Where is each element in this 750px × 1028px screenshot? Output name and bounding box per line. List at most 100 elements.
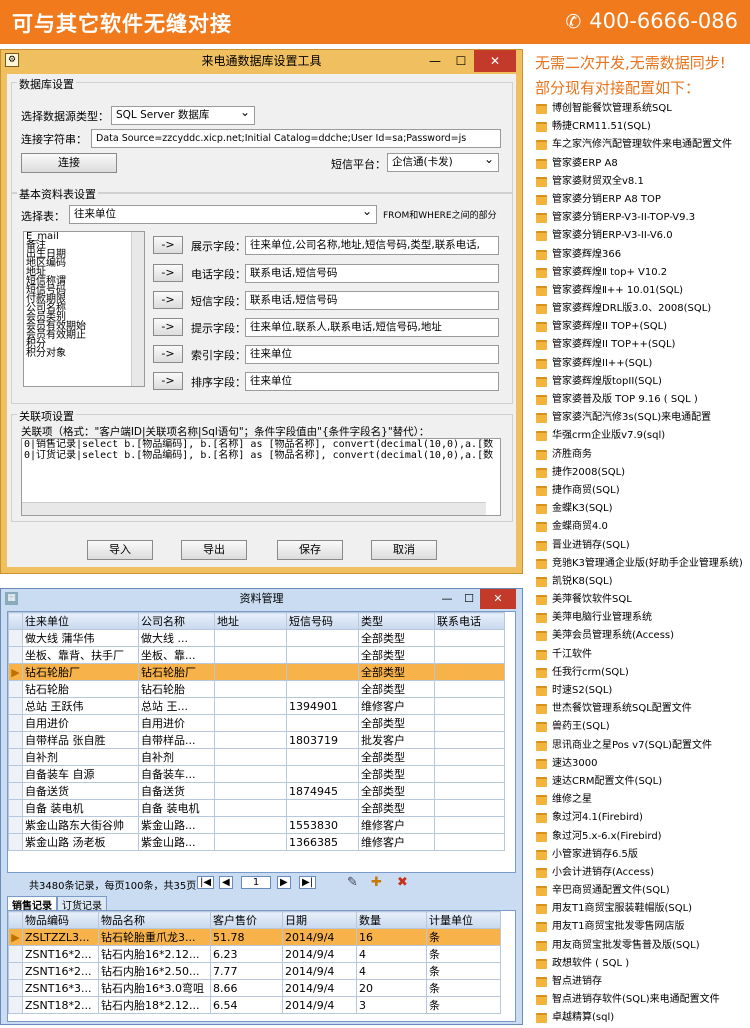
folder-icon — [536, 413, 547, 424]
add-field-button[interactable]: -> — [153, 318, 183, 336]
field-list-scrollbar[interactable] — [131, 232, 144, 386]
edit-icon[interactable]: ✎ — [347, 875, 358, 890]
mapping-input[interactable]: 往来单位 — [245, 372, 499, 391]
table-row[interactable]: 自备装车 自源 自备装车... 全部类型 — [8, 765, 505, 783]
add-field-button[interactable]: -> — [153, 345, 183, 363]
detail-cell: 2014/9/4 — [282, 979, 357, 997]
maximize-button[interactable]: ☐ — [448, 50, 474, 72]
table-row[interactable]: 紫金山路东大街谷帅 紫金山路... 1553830 维修客户 — [8, 816, 505, 834]
detail-column-header[interactable]: 客户售价 — [210, 911, 283, 929]
add-field-button[interactable]: -> — [153, 372, 183, 390]
column-header[interactable]: 短信号码 — [286, 612, 359, 630]
table-cell — [434, 663, 505, 681]
table-cell — [286, 748, 359, 766]
rel-hscrollbar[interactable] — [22, 502, 486, 515]
conn-string-input[interactable]: Data Source=zzcyddc.xicp.net;Initial Cat… — [91, 129, 501, 148]
field-list[interactable]: E_mail 备注 出生日期 地区编码 地址 短信称谓 短信号码 付款期限 公司名称 会员类别 会员… — [23, 231, 145, 387]
records-close-button[interactable]: ✕ — [480, 589, 516, 609]
table-row[interactable]: 自带样品 张自胜 自带样品... 1803719 批发客户 — [8, 731, 505, 749]
table-row[interactable]: 自用进价 自用进价 全部类型 — [8, 714, 505, 732]
table-cell: 维修客户 — [358, 697, 435, 715]
close-button[interactable]: ✕ — [474, 50, 516, 72]
integration-item: 管家婆汽配汽修3s(SQL)来电通配置 — [536, 409, 750, 427]
minimize-button[interactable]: — — [422, 50, 448, 72]
table-row[interactable]: 坐板、靠背、扶手厂 坐板、靠... 全部类型 — [8, 646, 505, 664]
column-header[interactable]: 往来单位 — [22, 612, 139, 630]
table-cell: 全部类型 — [358, 629, 435, 647]
integration-item-label: 金蝶K3(SQL) — [552, 503, 613, 515]
last-page-button[interactable]: ▶| — [299, 876, 317, 889]
field-item[interactable]: 积分对象 — [24, 349, 144, 359]
integration-item: 管家婆财贸双全v8.1 — [536, 173, 750, 191]
table-cell — [286, 629, 359, 647]
delete-icon[interactable]: ✖ — [397, 875, 408, 890]
table-row[interactable]: 紫金山路 汤老板 紫金山路... 1366385 维修客户 — [8, 833, 505, 851]
detail-column-header[interactable]: 数量 — [356, 911, 427, 929]
detail-column-header[interactable]: 物品名称 — [98, 911, 211, 929]
table-row[interactable]: ▶ 钻石轮胎厂 钻石轮胎厂 全部类型 — [8, 663, 505, 681]
connect-button[interactable]: 连接 — [21, 153, 117, 173]
detail-cell: 条 — [426, 996, 501, 1014]
records-grid[interactable]: 往来单位 公司名称 地址 短信号码 类型 联系电话 做大线 蒲华伟 做大线 ... 全部类型 坐板… — [7, 611, 516, 873]
mapping-input[interactable]: 联系电话,短信号码 — [245, 264, 499, 283]
integration-item-label: 管家婆辉煌II TOP++(SQL) — [552, 339, 676, 351]
cancel-button[interactable]: 取消 — [371, 540, 437, 560]
add-icon[interactable]: ✚ — [371, 875, 382, 890]
table-cell — [214, 646, 287, 664]
integration-item: 任我行crm(SQL) — [536, 664, 750, 682]
detail-row-indicator: ▶ — [8, 928, 23, 946]
add-field-button[interactable]: -> — [153, 264, 183, 282]
column-header[interactable]: 类型 — [358, 612, 435, 630]
save-button[interactable]: 保存 — [277, 540, 343, 560]
records-minimize-button[interactable]: — — [436, 589, 458, 609]
detail-grid[interactable]: 物品编码 物品名称 客户售价 日期 数量 计量单位 ▶ ZSLTZZL3... 钻石轮胎重爪龙3… — [7, 910, 516, 1022]
row-indicator — [8, 799, 23, 817]
table-row[interactable]: 做大线 蒲华伟 做大线 ... 全部类型 — [8, 629, 505, 647]
records-maximize-button[interactable]: ☐ — [458, 589, 480, 609]
column-header[interactable]: 公司名称 — [138, 612, 215, 630]
integration-item-label: 管家婆辉煌Ⅱ top+ V10.2 — [552, 266, 668, 278]
next-page-button[interactable]: ▶ — [277, 876, 291, 889]
add-field-button[interactable]: -> — [153, 236, 183, 254]
import-button[interactable]: 导入 — [87, 540, 153, 560]
detail-cell: 6.54 — [210, 996, 283, 1014]
table-row[interactable]: 钻石轮胎 钻石轮胎 全部类型 — [8, 680, 505, 698]
add-field-button[interactable]: -> — [153, 291, 183, 309]
detail-row[interactable]: ZSNT18*2... 钻石内胎18*2.12... 6.54 2014/9/4 3 条 — [8, 996, 501, 1014]
table-row[interactable]: 总站 王跃伟 总站 王... 1394901 维修客户 — [8, 697, 505, 715]
table-cell: 自备送货 — [22, 782, 139, 800]
detail-column-header[interactable]: 日期 — [282, 911, 357, 929]
mapping-input[interactable]: 往来单位,公司名称,地址,短信号码,类型,联系电话, — [245, 236, 499, 255]
sms-select[interactable]: 企信通(卡发) — [387, 153, 499, 172]
integration-item-label: 兽药王(SQL) — [552, 721, 610, 733]
table-cell: 维修客户 — [358, 816, 435, 834]
detail-row[interactable]: ▶ ZSLTZZL3... 钻石轮胎重爪龙3... 51.78 2014/9/4 16 条 — [8, 928, 501, 946]
table-select[interactable]: 往来单位 — [69, 205, 377, 224]
column-header[interactable]: 地址 — [214, 612, 287, 630]
table-row[interactable]: 自备 装电机 自备 装电机 全部类型 — [8, 799, 505, 817]
integration-item-label: 智点进销存软件(SQL)来电通配置文件 — [552, 994, 720, 1006]
mapping-input[interactable]: 往来单位,联系人,联系电话,短信号码,地址 — [245, 318, 499, 337]
mapping-input[interactable]: 往来单位 — [245, 345, 499, 364]
table-cell: 自用进价 — [138, 714, 215, 732]
detail-column-header[interactable]: 计量单位 — [426, 911, 501, 929]
table-row[interactable]: 自补剂 自补剂 全部类型 — [8, 748, 505, 766]
first-page-button[interactable]: |◀ — [197, 876, 215, 889]
detail-cell: 2014/9/4 — [282, 928, 357, 946]
rel-line-2: 0|订货记录|select b.[物品编码], b.[名称] as [物品名称]… — [24, 450, 494, 461]
prev-page-button[interactable]: ◀ — [219, 876, 233, 889]
db-type-select[interactable]: SQL Server 数据库 — [111, 106, 255, 125]
integration-item-label: 管家婆分销ERP-V3-II-V6.0 — [552, 230, 673, 242]
integration-item-label: 政想软件 ( SQL ) — [552, 957, 630, 969]
detail-row[interactable]: ZSNT16*2... 钻石内胎16*2.12... 6.23 2014/9/4 4 条 — [8, 945, 501, 963]
export-button[interactable]: 导出 — [181, 540, 247, 560]
detail-column-header[interactable]: 物品编码 — [22, 911, 99, 929]
config-window: ⚙ 来电通数据库设置工具 — ☐ ✕ 数据库设置 选择数据源类型： SQL Serv… — [0, 49, 523, 574]
mapping-input[interactable]: 联系电话,短信号码 — [245, 291, 499, 310]
detail-row[interactable]: ZSNT16*2... 钻石内胎16*2.50... 7.77 2014/9/4 4 条 — [8, 962, 501, 980]
detail-row[interactable]: ZSNT16*3... 钻石内胎16*3.0弯咀 8.66 2014/9/4 20 条 — [8, 979, 501, 997]
folder-icon — [536, 831, 547, 842]
page-input[interactable]: 1 — [241, 876, 271, 889]
table-row[interactable]: 自备送货 自备送货 1874945 全部类型 — [8, 782, 505, 800]
column-header[interactable]: 联系电话 — [434, 612, 505, 630]
